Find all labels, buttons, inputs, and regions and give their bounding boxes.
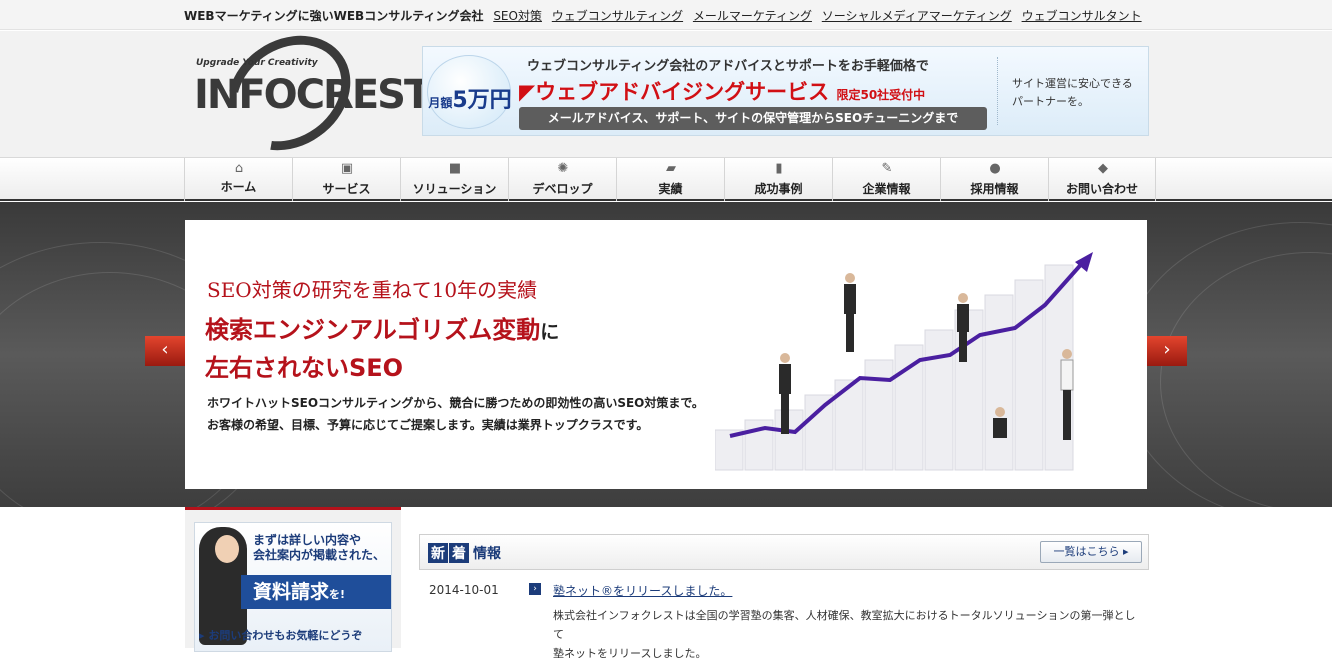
banner-side-line1: サイト運営に安心できる: [1012, 77, 1133, 90]
chevron-right-icon: ›: [529, 583, 541, 595]
logo-tagline: Upgrade Your Creativity: [196, 58, 318, 68]
logo[interactable]: Upgrade Your Creativity INFOCREST: [194, 12, 431, 174]
hero-title-b: 左右されないSEO: [205, 354, 404, 382]
chevron-right-icon: ›: [1163, 339, 1171, 360]
doc-request-lead: まずは詳しい内容や 会社案内が掲載された、: [253, 533, 385, 563]
hero-growth-illustration: [715, 252, 1093, 471]
service-icon: ▣: [340, 161, 354, 176]
news-header: 新着情報 一覧はこちら ▸: [419, 534, 1149, 570]
header-banner[interactable]: 月額5万円 ウェブコンサルティング会社のアドバイスとサポートをお手軽価格で ◤ウ…: [422, 46, 1149, 136]
doc-request-button[interactable]: 資料請求を!: [241, 575, 391, 609]
news-heading-char: 新: [428, 543, 448, 563]
banner-side-line2: パートナーを。: [1012, 95, 1089, 108]
top-link-web-consultant[interactable]: ウェブコンサルタント: [1022, 9, 1142, 23]
price-value: 5万円: [452, 88, 512, 113]
contact-link[interactable]: ▸ お問い合わせもお気軽にどうぞ: [199, 627, 362, 643]
banner-line2: ◤ウェブアドバイジングサービス 限定50社受付中: [519, 80, 926, 104]
nav-label: サービス: [322, 182, 371, 196]
hero-title-a-suffix: に: [540, 321, 560, 343]
doc-request-lead-line2: 会社案内が掲載された、: [253, 548, 386, 562]
top-link-email-marketing[interactable]: メールマーケティング: [693, 9, 812, 23]
slider-prev-button[interactable]: ‹: [145, 336, 185, 366]
top-links: WEBマーケティングに強いWEBコンサルティング会社 SEO対策 ウェブコンサル…: [184, 7, 1148, 24]
banner-service-name: ウェブアドバイジングサービス: [535, 80, 830, 104]
nav-label: 成功事例: [754, 182, 803, 196]
nav-home[interactable]: ⌂ ホーム: [184, 158, 292, 201]
nav-label: お問い合わせ: [1065, 182, 1138, 196]
top-link-social-media[interactable]: ソーシャルメディアマーケティング: [822, 9, 1012, 23]
nav-results[interactable]: ▰ 実績: [616, 158, 724, 201]
nav-label: 実績: [658, 182, 683, 196]
news-title-link[interactable]: 塾ネット®をリリースしました。: [553, 582, 732, 599]
chevron-left-icon: ‹: [161, 339, 169, 360]
news-heading: 新着情報: [428, 543, 505, 563]
news-body-line1: 株式会社インフォクレストは全国の学習塾の集客、人材確保、教室拡大におけるトータル…: [553, 609, 1136, 641]
contact-link-label: お問い合わせもお気軽にどうぞ: [208, 629, 363, 642]
nav-label: デベロップ: [532, 182, 593, 196]
news-heading-char: 着: [449, 543, 469, 563]
banner-line3: メールアドバイス、サポート、サイトの保守管理からSEOチューニングまで: [519, 107, 987, 130]
hero-description: ホワイトハットSEOコンサルティングから、競合に勝つための即効性の高いSEO対策…: [207, 392, 704, 436]
operator-face: [215, 535, 239, 563]
top-bar: WEBマーケティングに強いWEBコンサルティング会社 SEO対策 ウェブコンサル…: [0, 0, 1332, 30]
top-link-web-consulting[interactable]: ウェブコンサルティング: [552, 9, 683, 23]
doc-request-label: 資料請求: [253, 581, 330, 603]
top-link-seo[interactable]: SEO対策: [493, 9, 542, 23]
hero-desc-line2: お客様の希望、目標、予算に応じてご提案します。実績は業界トップクラスです。: [207, 418, 649, 432]
hero-slide[interactable]: SEO対策の研究を重ねて10年の実績 検索エンジンアルゴリズム変動に 左右されな…: [185, 220, 1147, 489]
person-icon: ●: [989, 161, 1001, 176]
nav-case-studies[interactable]: ▮ 成功事例: [724, 158, 832, 201]
book-icon: ▮: [775, 161, 783, 176]
site-tagline: WEBマーケティングに強いWEBコンサルティング会社: [184, 9, 484, 23]
nav-label: ホーム: [220, 180, 257, 194]
nav-label: 採用情報: [970, 182, 1019, 196]
briefcase-icon: ▰: [666, 161, 676, 176]
price-prefix: 月額: [428, 96, 453, 110]
nav-contact[interactable]: ◆ お問い合わせ: [1048, 158, 1156, 201]
mail-icon: ◆: [1098, 161, 1108, 176]
sidebar: まずは詳しい内容や 会社案内が掲載された、 資料請求を! ▸ お問い合わせもお気…: [185, 507, 401, 652]
hero-desc-line1: ホワイトハットSEOコンサルティングから、競合に勝つための即効性の高いSEO対策…: [207, 396, 704, 410]
news-date: 2014-10-01: [429, 583, 499, 597]
document-request-banner[interactable]: まずは詳しい内容や 会社案内が掲載された、 資料請求を! ▸ お問い合わせもお気…: [194, 522, 392, 652]
nav-service[interactable]: ▣ サービス: [292, 158, 400, 201]
nav-solution[interactable]: ■ ソリューション: [400, 158, 508, 201]
news-more-button[interactable]: 一覧はこちら ▸: [1040, 541, 1142, 563]
nav-label: 企業情報: [862, 182, 911, 196]
news-body: 株式会社インフォクレストは全国の学習塾の集客、人材確保、教室拡大におけるトータル…: [553, 606, 1143, 663]
nav-company[interactable]: ✎ 企業情報: [832, 158, 940, 201]
nav-recruit[interactable]: ● 採用情報: [940, 158, 1048, 201]
develop-icon: ✺: [557, 161, 569, 176]
home-icon: ⌂: [234, 161, 244, 176]
hero-title-a: 検索エンジンアルゴリズム変動: [205, 316, 541, 344]
solution-icon: ■: [448, 161, 462, 176]
pen-icon: ✎: [881, 161, 893, 176]
banner-line1: ウェブコンサルティング会社のアドバイスとサポートをお手軽価格で: [527, 59, 929, 74]
news-heading-char: 情報: [473, 546, 501, 562]
banner-limited-note: 限定50社受付中: [836, 88, 926, 102]
nav-label: ソリューション: [412, 182, 497, 196]
logo-wordmark: INFOCREST: [194, 72, 431, 118]
hero-headline: SEO対策の研究を重ねて10年の実績: [207, 278, 538, 302]
news-body-line2: 塾ネットをリリースしました。: [553, 647, 707, 660]
slider-next-button[interactable]: ›: [1147, 336, 1187, 366]
doc-request-lead-line1: まずは詳しい内容や: [253, 533, 362, 547]
banner-side-text: サイト運営に安心できる パートナーを。: [997, 57, 1147, 125]
hero-title: 検索エンジンアルゴリズム変動に 左右されないSEO: [205, 312, 559, 386]
price-badge: 月額5万円: [427, 55, 512, 129]
nav-develop[interactable]: ✺ デベロップ: [508, 158, 616, 201]
hero-slider: SEO対策の研究を重ねて10年の実績 検索エンジンアルゴリズム変動に 左右されな…: [0, 202, 1332, 507]
main-nav: ⌂ ホーム ▣ サービス ■ ソリューション ✺ デベロップ ▰ 実績 ▮ 成功事例 ✎ 企業…: [0, 157, 1332, 201]
doc-request-suffix: を!: [329, 588, 346, 601]
